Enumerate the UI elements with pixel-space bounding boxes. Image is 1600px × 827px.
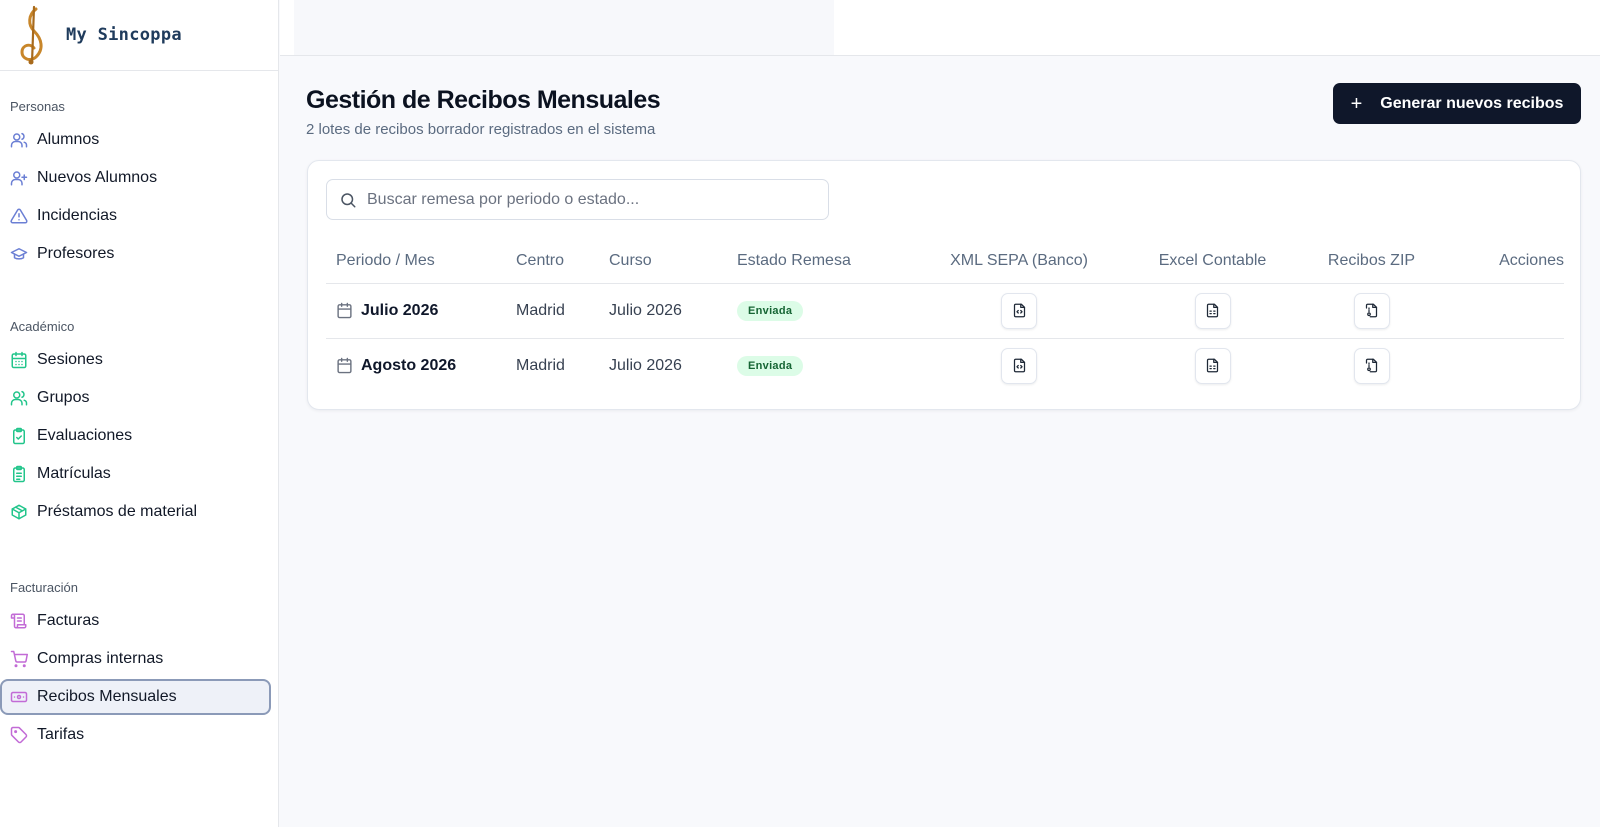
nav-section-personas: Personas Alumnos Nuevos Alumnos Incidenc… (0, 97, 279, 274)
download-zip-button[interactable] (1353, 347, 1390, 384)
package-icon (10, 503, 28, 521)
tag-icon (10, 726, 28, 744)
page-subtitle: 2 lotes de recibos borrador registrados … (306, 121, 656, 138)
column-header-centro[interactable]: Centro (516, 240, 609, 284)
column-header-excel[interactable]: Excel Contable (1131, 240, 1294, 284)
clipboard-check-icon (10, 427, 28, 445)
sidebar-item-sesiones[interactable]: Sesiones (0, 342, 272, 378)
user-plus-icon (10, 169, 28, 187)
column-header-estado[interactable]: Estado Remesa (737, 240, 907, 284)
column-header-curso[interactable]: Curso (609, 240, 737, 284)
graduation-cap-icon (10, 245, 28, 263)
top-bar-tab-area (294, 0, 834, 55)
curso-value: Julio 2026 (609, 283, 737, 339)
sidebar-item-alumnos[interactable]: Alumnos (0, 122, 272, 158)
users-icon (10, 389, 28, 407)
download-zip-button[interactable] (1353, 292, 1390, 329)
receipts-card: Periodo / Mes Centro Curso Estado Remesa… (307, 160, 1581, 410)
calendar-grid-icon (10, 351, 28, 369)
brand[interactable]: My Sincoppa (0, 0, 278, 71)
sidebar-item-label: Recibos Mensuales (37, 688, 177, 705)
sidebar-item-facturas[interactable]: Facturas (0, 603, 272, 639)
actions-cell (1449, 338, 1564, 393)
sidebar-item-label: Sesiones (37, 351, 103, 368)
centro-value: Madrid (516, 283, 609, 339)
sidebar-item-label: Incidencias (37, 207, 118, 224)
sidebar-item-label: Alumnos (37, 131, 100, 148)
file-spreadsheet-icon (1205, 358, 1220, 373)
download-xml-button[interactable] (1001, 292, 1037, 329)
sidebar-item-matriculas[interactable]: Matrículas (0, 456, 272, 492)
page-title: Gestión de Recibos Mensuales (306, 86, 661, 114)
sidebar-item-label: Compras internas (37, 650, 164, 667)
column-header-xml-sepa[interactable]: XML SEPA (Banco) (907, 240, 1131, 284)
file-code-icon (1012, 358, 1027, 373)
download-excel-button[interactable] (1194, 347, 1231, 384)
calendar-icon (336, 357, 353, 374)
top-bar (280, 0, 1600, 56)
search-input[interactable] (367, 190, 807, 209)
sidebar-item-label: Tarifas (37, 726, 85, 743)
nav-section-academico: Académico Sesiones Grupos Evaluaciones M… (0, 317, 279, 532)
section-title: Personas (10, 99, 65, 114)
generate-receipts-label: Generar nuevos recibos (1380, 94, 1564, 112)
brand-name: My Sincoppa (66, 25, 182, 45)
table-row[interactable]: Agosto 2026 Madrid Julio 2026 Enviada (326, 338, 1564, 393)
clipboard-list-icon (10, 465, 28, 483)
sidebar-item-label: Grupos (37, 389, 90, 406)
sidebar-item-label: Facturas (37, 612, 100, 629)
plus-icon: + (1350, 92, 1363, 115)
curso-value: Julio 2026 (609, 356, 682, 374)
search-icon (339, 191, 357, 209)
sidebar-item-incidencias[interactable]: Incidencias (0, 198, 272, 234)
users-icon (10, 131, 28, 149)
download-xml-button[interactable] (1001, 347, 1037, 384)
alert-triangle-icon (10, 207, 28, 225)
sidebar-item-nuevos-alumnos[interactable]: Nuevos Alumnos (0, 160, 272, 196)
receipts-table: Periodo / Mes Centro Curso Estado Remesa… (326, 240, 1564, 393)
status-badge: Enviada (737, 355, 804, 376)
centro-value: Madrid (516, 356, 565, 374)
nav-section-facturacion: Facturación Facturas Compras internas Re… (0, 578, 279, 755)
file-spreadsheet-icon (1205, 303, 1220, 318)
search-box[interactable] (326, 179, 829, 220)
sidebar-item-label: Profesores (37, 245, 115, 262)
treble-clef-logo-icon (20, 5, 43, 65)
periodo-value: Julio 2026 (361, 301, 439, 319)
sidebar-item-prestamos[interactable]: Préstamos de material (0, 494, 272, 530)
sidebar-item-evaluaciones[interactable]: Evaluaciones (0, 418, 272, 454)
status-badge: Enviada (737, 300, 804, 321)
sidebar-item-label: Evaluaciones (37, 427, 133, 444)
file-code-icon (1012, 303, 1027, 318)
section-title: Facturación (10, 580, 78, 595)
file-archive-icon (1364, 358, 1379, 373)
banknote-icon (10, 688, 28, 706)
calendar-icon (336, 302, 353, 319)
column-header-zip[interactable]: Recibos ZIP (1294, 240, 1449, 284)
download-excel-button[interactable] (1194, 292, 1231, 329)
sidebar-item-grupos[interactable]: Grupos (0, 380, 272, 416)
sidebar-item-label: Préstamos de material (37, 503, 198, 520)
receipt-scroll-icon (10, 612, 28, 630)
periodo-value: Agosto 2026 (361, 356, 457, 374)
sidebar-item-compras-internas[interactable]: Compras internas (0, 641, 272, 677)
sidebar-item-label: Matrículas (37, 465, 111, 482)
sidebar: My Sincoppa Personas Alumnos Nuevos Alum… (0, 0, 279, 827)
shopping-cart-icon (10, 650, 28, 668)
sidebar-item-tarifas[interactable]: Tarifas (0, 717, 272, 753)
column-header-periodo[interactable]: Periodo / Mes (326, 240, 516, 284)
sidebar-item-recibos-mensuales[interactable]: Recibos Mensuales (0, 679, 271, 715)
column-header-acciones: Acciones (1449, 240, 1564, 284)
sidebar-item-profesores[interactable]: Profesores (0, 236, 272, 272)
section-title: Académico (10, 319, 75, 334)
table-row[interactable]: Julio 2026 Madrid Julio 2026 Enviada (326, 283, 1564, 339)
actions-cell (1449, 283, 1564, 339)
file-archive-icon (1364, 303, 1379, 318)
generate-receipts-button[interactable]: + Generar nuevos recibos (1333, 83, 1581, 124)
sidebar-item-label: Nuevos Alumnos (37, 169, 158, 186)
table-header-row: Periodo / Mes Centro Curso Estado Remesa… (326, 240, 1564, 284)
